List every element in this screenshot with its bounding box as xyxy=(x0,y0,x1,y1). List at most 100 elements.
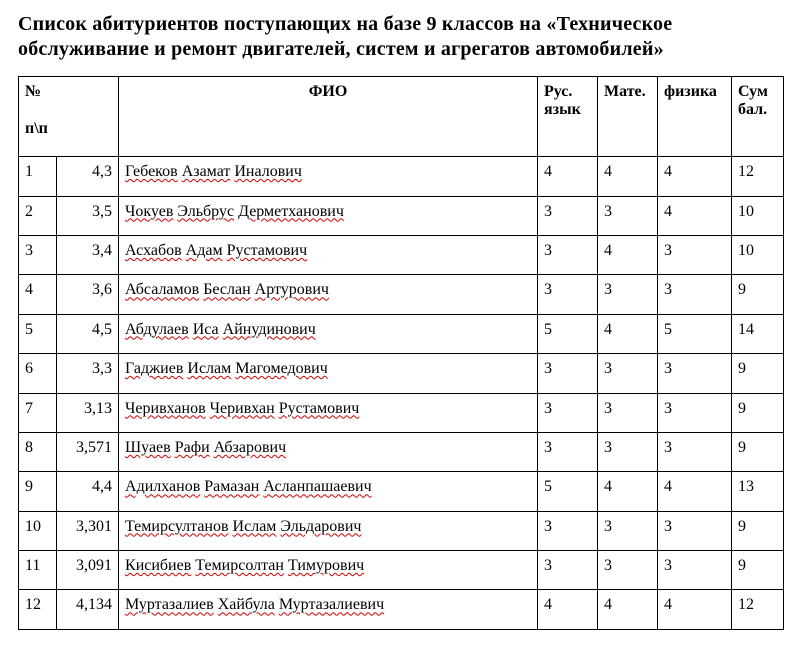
cell-sum: 10 xyxy=(732,235,784,274)
document-page: Список абитуриентов поступающих на базе … xyxy=(0,0,802,650)
header-russian: Рус. язык xyxy=(538,77,598,157)
page-title: Список абитуриентов поступающих на базе … xyxy=(18,12,784,62)
header-russian-l1: Рус. xyxy=(544,83,572,100)
table-row: 124,134Муртазалиев Хайбула Муртазалиевич… xyxy=(19,590,784,629)
cell-rank: 3,4 xyxy=(57,235,119,274)
name-word: Шуаев xyxy=(125,439,171,456)
cell-rank: 3,3 xyxy=(57,354,119,393)
cell-fio: Чокуев Эльбрус Дерметханович xyxy=(119,196,538,235)
name-word: Темирсултанов xyxy=(125,518,229,535)
cell-sum: 9 xyxy=(732,393,784,432)
cell-russian: 3 xyxy=(538,551,598,590)
cell-physics: 3 xyxy=(658,275,732,314)
table-row: 23,5Чокуев Эльбрус Дерметханович33410 xyxy=(19,196,784,235)
cell-number: 7 xyxy=(19,393,57,432)
cell-physics: 4 xyxy=(658,196,732,235)
cell-rank: 4,4 xyxy=(57,472,119,511)
title-line-2: обслуживание и ремонт двигателей, систем… xyxy=(18,38,664,60)
cell-sum: 13 xyxy=(732,472,784,511)
cell-russian: 5 xyxy=(538,314,598,353)
cell-math: 4 xyxy=(598,590,658,629)
cell-sum: 10 xyxy=(732,196,784,235)
name-word: Абсаламов xyxy=(125,281,199,298)
name-word: Адилханов xyxy=(125,478,200,495)
cell-math: 3 xyxy=(598,551,658,590)
cell-physics: 4 xyxy=(658,157,732,196)
name-word: Тимурович xyxy=(288,557,364,574)
table-row: 63,3Гаджиев Ислам Магомедович3339 xyxy=(19,354,784,393)
name-word: Адам xyxy=(186,242,223,259)
cell-fio: Абдулаев Иса Айнудинович xyxy=(119,314,538,353)
name-word: Дерметханович xyxy=(238,203,344,220)
cell-fio: Гебеков Азамат Иналович xyxy=(119,157,538,196)
cell-math: 3 xyxy=(598,432,658,471)
header-number: № п\п xyxy=(19,77,119,157)
table-row: 14,3Гебеков Азамат Иналович44412 xyxy=(19,157,784,196)
cell-fio: Абсаламов Беслан Артурович xyxy=(119,275,538,314)
cell-math: 3 xyxy=(598,354,658,393)
cell-number: 4 xyxy=(19,275,57,314)
header-number-l2: п\п xyxy=(25,120,48,137)
cell-rank: 3,571 xyxy=(57,432,119,471)
cell-math: 4 xyxy=(598,235,658,274)
cell-sum: 9 xyxy=(732,511,784,550)
cell-fio: Асхабов Адам Рустамович xyxy=(119,235,538,274)
cell-fio: Черивханов Черивхан Рустамович xyxy=(119,393,538,432)
table-row: 83,571Шуаев Рафи Абзарович3339 xyxy=(19,432,784,471)
header-sum: Сум бал. xyxy=(732,77,784,157)
cell-physics: 5 xyxy=(658,314,732,353)
name-word: Рафи xyxy=(175,439,210,456)
cell-physics: 3 xyxy=(658,235,732,274)
cell-math: 3 xyxy=(598,275,658,314)
cell-sum: 9 xyxy=(732,354,784,393)
cell-sum: 9 xyxy=(732,275,784,314)
cell-math: 4 xyxy=(598,157,658,196)
header-fio: ФИО xyxy=(119,77,538,157)
cell-rank: 3,301 xyxy=(57,511,119,550)
cell-russian: 3 xyxy=(538,275,598,314)
cell-physics: 4 xyxy=(658,472,732,511)
name-word: Артурович xyxy=(255,281,329,298)
name-word: Иса xyxy=(193,321,219,338)
name-word: Черивхан xyxy=(210,400,275,417)
cell-number: 2 xyxy=(19,196,57,235)
name-word: Эльбрус xyxy=(177,203,234,220)
cell-physics: 4 xyxy=(658,590,732,629)
cell-rank: 3,091 xyxy=(57,551,119,590)
name-word: Рустамович xyxy=(279,400,360,417)
name-word: Ислам xyxy=(233,518,277,535)
cell-rank: 3,5 xyxy=(57,196,119,235)
header-sum-l2: бал. xyxy=(738,101,767,118)
cell-math: 3 xyxy=(598,393,658,432)
cell-physics: 3 xyxy=(658,354,732,393)
name-word: Айнудинович xyxy=(223,321,316,338)
cell-physics: 3 xyxy=(658,393,732,432)
cell-fio: Кисибиев Темирсолтан Тимурович xyxy=(119,551,538,590)
cell-sum: 12 xyxy=(732,590,784,629)
cell-fio: Темирсултанов Ислам Эльдарович xyxy=(119,511,538,550)
name-word: Рамазан xyxy=(204,478,259,495)
cell-fio: Шуаев Рафи Абзарович xyxy=(119,432,538,471)
name-word: Иналович xyxy=(234,163,302,180)
cell-rank: 3,13 xyxy=(57,393,119,432)
name-word: Беслан xyxy=(203,281,250,298)
cell-physics: 3 xyxy=(658,511,732,550)
cell-math: 3 xyxy=(598,196,658,235)
name-word: Кисибиев xyxy=(125,557,191,574)
table-row: 73,13Черивханов Черивхан Рустамович3339 xyxy=(19,393,784,432)
name-word: Асланпашаевич xyxy=(263,478,371,495)
name-word: Муртазалиевич xyxy=(279,596,384,613)
table-row: 113,091Кисибиев Темирсолтан Тимурович333… xyxy=(19,551,784,590)
name-word: Асхабов xyxy=(125,242,182,259)
cell-sum: 12 xyxy=(732,157,784,196)
cell-sum: 9 xyxy=(732,551,784,590)
cell-math: 4 xyxy=(598,472,658,511)
cell-fio: Гаджиев Ислам Магомедович xyxy=(119,354,538,393)
table-row: 94,4Адилханов Рамазан Асланпашаевич54413 xyxy=(19,472,784,511)
cell-russian: 3 xyxy=(538,432,598,471)
header-sum-l1: Сум xyxy=(738,83,768,100)
name-word: Рустамович xyxy=(227,242,308,259)
name-word: Абзарович xyxy=(214,439,286,456)
cell-math: 3 xyxy=(598,511,658,550)
cell-number: 12 xyxy=(19,590,57,629)
